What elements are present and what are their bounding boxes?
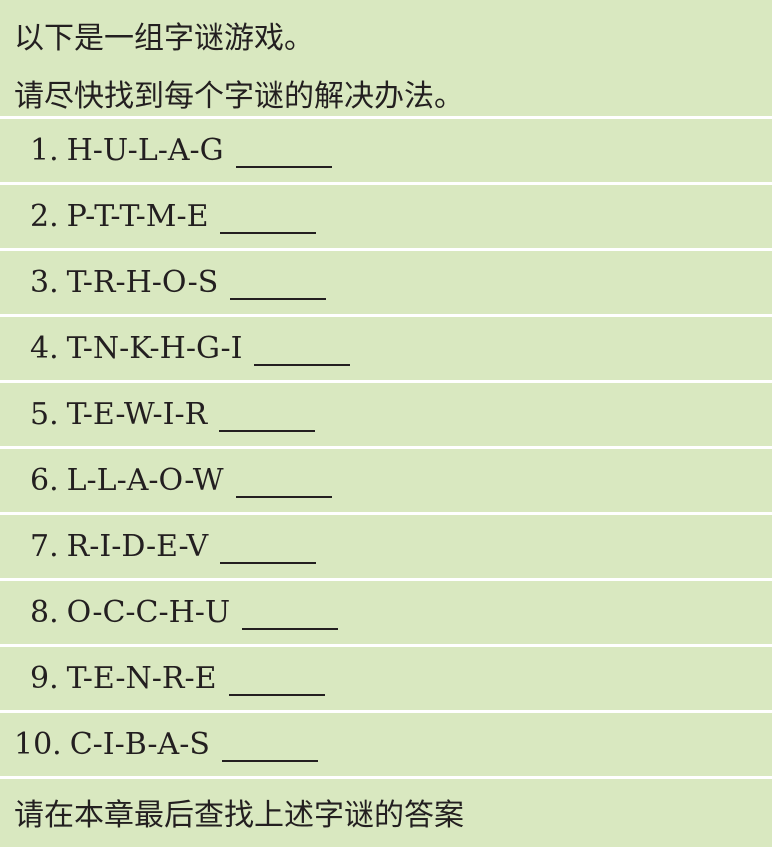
footer-note: 请在本章最后查找上述字谜的答案 xyxy=(0,779,772,845)
intro-section: 以下是一组字谜游戏。 请尽快找到每个字谜的解决办法。 xyxy=(0,0,772,119)
puzzle-number: 10. xyxy=(14,727,62,762)
puzzle-letters: H-U-L-A-G xyxy=(66,133,224,168)
puzzle-letters: O-C-C-H-U xyxy=(66,595,231,630)
answer-blank[interactable] xyxy=(219,402,316,432)
puzzle-letters: T-E-N-R-E xyxy=(66,661,217,696)
puzzle-letters: T-R-H-O-S xyxy=(66,265,219,300)
puzzle-number: 9. xyxy=(30,661,59,696)
answer-blank[interactable] xyxy=(235,138,332,168)
answer-blank[interactable] xyxy=(220,204,317,234)
answer-blank[interactable] xyxy=(254,336,351,366)
word-puzzle-box: 以下是一组字谜游戏。 请尽快找到每个字谜的解决办法。 1. H-U-L-A-G … xyxy=(0,0,772,847)
puzzle-letters: T-E-W-I-R xyxy=(66,397,208,432)
puzzle-number: 1. xyxy=(30,133,59,168)
answer-blank[interactable] xyxy=(220,534,317,564)
answer-blank[interactable] xyxy=(242,600,339,630)
puzzle-number: 8. xyxy=(30,595,59,630)
footer-text: 请在本章最后查找上述字谜的答案 xyxy=(14,798,464,833)
puzzle-number: 2. xyxy=(30,199,59,234)
puzzle-row-4: 4. T-N-K-H-G-I xyxy=(0,317,772,383)
puzzle-row-9: 9. T-E-N-R-E xyxy=(0,647,772,713)
intro-line-1: 以下是一组字谜游戏。 xyxy=(14,21,314,56)
puzzle-row-5: 5. T-E-W-I-R xyxy=(0,383,772,449)
answer-blank[interactable] xyxy=(230,270,327,300)
puzzle-number: 3. xyxy=(30,265,59,300)
puzzle-row-1: 1. H-U-L-A-G xyxy=(0,119,772,185)
puzzle-row-10: 10. C-I-B-A-S xyxy=(0,713,772,779)
answer-blank[interactable] xyxy=(235,468,332,498)
puzzle-row-8: 8. O-C-C-H-U xyxy=(0,581,772,647)
intro-line-2: 请尽快找到每个字谜的解决办法。 xyxy=(14,79,464,114)
puzzle-letters: T-N-K-H-G-I xyxy=(66,331,243,366)
puzzle-number: 6. xyxy=(30,463,59,498)
puzzle-number: 5. xyxy=(30,397,59,432)
puzzle-row-2: 2. P-T-T-M-E xyxy=(0,185,772,251)
answer-blank[interactable] xyxy=(228,666,325,696)
puzzle-letters: P-T-T-M-E xyxy=(66,199,209,234)
answer-blank[interactable] xyxy=(221,732,318,762)
puzzle-letters: R-I-D-E-V xyxy=(66,529,209,564)
puzzle-letters: L-L-A-O-W xyxy=(66,463,224,498)
puzzle-row-7: 7. R-I-D-E-V xyxy=(0,515,772,581)
puzzle-letters: C-I-B-A-S xyxy=(69,727,210,762)
puzzle-row-3: 3. T-R-H-O-S xyxy=(0,251,772,317)
puzzle-number: 7. xyxy=(30,529,59,564)
puzzle-row-6: 6. L-L-A-O-W xyxy=(0,449,772,515)
puzzle-number: 4. xyxy=(30,331,59,366)
